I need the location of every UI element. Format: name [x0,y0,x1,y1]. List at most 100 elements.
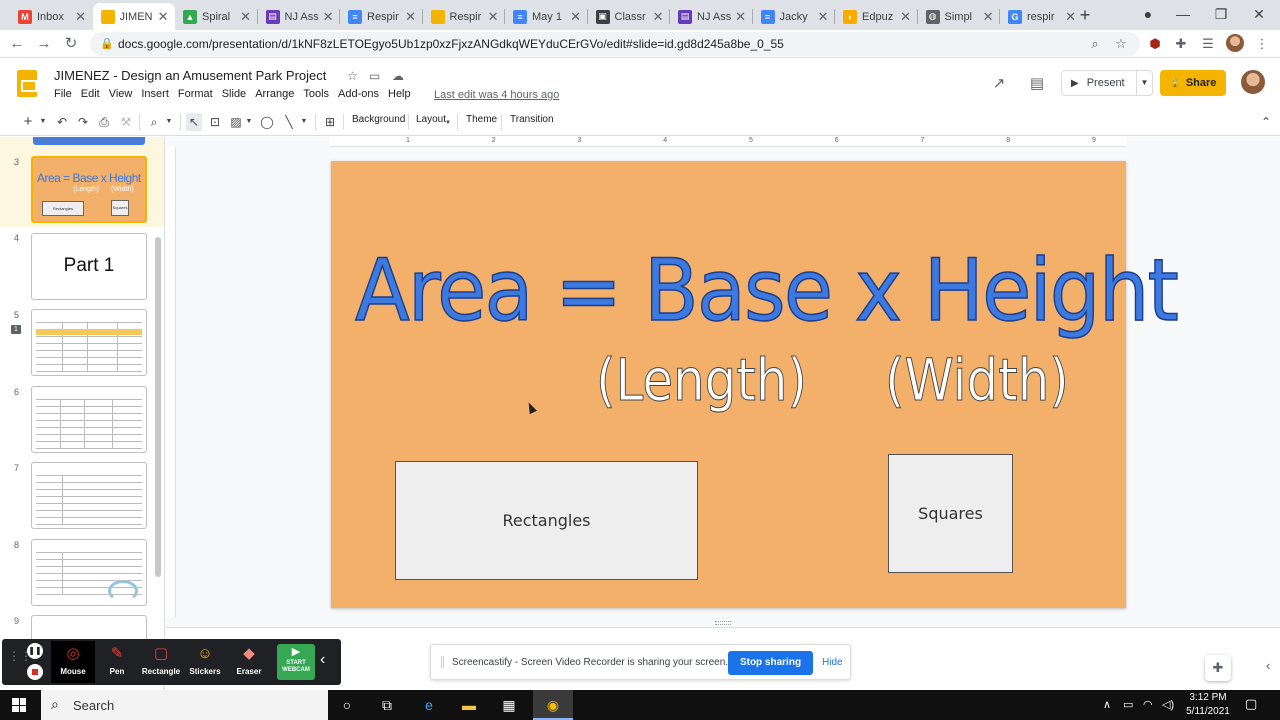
background-button[interactable]: Background [352,114,405,125]
new-tab-button[interactable]: + [1075,5,1095,25]
browser-tab[interactable]: ◍ Simpl ✕ [918,3,1000,30]
browser-tab[interactable]: ▣ Classr ✕ [588,3,670,30]
menu-slide[interactable]: Slide [222,88,246,100]
menu-format[interactable]: Format [178,88,213,100]
browser-tab[interactable]: Respir ✕ [423,3,505,30]
store-icon[interactable]: ▦ [499,695,519,715]
address-bar[interactable]: 🔒 docs.google.com/presentation/d/1kNF8zL… [90,32,1140,56]
thumbnail-slide-5[interactable] [31,309,147,376]
battery-icon[interactable]: ▭ [1123,698,1133,711]
stop-sharing-button[interactable]: Stop sharing [728,651,813,675]
notes-resize-handle[interactable] [715,621,731,625]
redo-icon[interactable]: ↷ [75,113,91,131]
maximize-icon[interactable]: ❐ [1210,4,1232,24]
banner-grip-icon[interactable]: ║ [439,657,446,668]
browser-tab[interactable]: M Inbox ✕ [10,3,92,30]
present-dropdown-icon[interactable]: ▼ [1136,71,1152,95]
tab-close-icon[interactable]: ✕ [735,9,746,25]
menu-edit[interactable]: Edit [81,88,100,100]
zoom-icon[interactable]: ⌕ [146,113,162,131]
thumbnail-slide-8[interactable] [31,539,147,606]
cortana-icon[interactable]: ○ [337,695,357,715]
menu-arrange[interactable]: Arrange [255,88,294,100]
stickers-tool[interactable]: ☺ Stickers [183,641,227,683]
line-icon[interactable]: ╲ [281,113,297,131]
menu-file[interactable]: File [54,88,72,100]
thumb-partial-slide[interactable] [33,137,145,145]
rectangles-box[interactable]: Rectangles [395,461,698,580]
slides-logo-icon[interactable] [17,70,37,97]
pen-tool[interactable]: ✎ Pen [95,641,139,683]
zoom-dropdown-icon[interactable]: ▼ [164,113,174,131]
chrome-icon[interactable]: ◉ [543,695,563,715]
tab-close-icon[interactable]: ✕ [488,9,499,25]
notifications-icon[interactable]: ▢ [1245,696,1257,712]
length-label[interactable]: (Length) [596,346,808,415]
transition-button[interactable]: Transition [510,114,554,125]
collapse-toolbar-icon[interactable]: ⌃ [1258,113,1274,131]
mouse-tool[interactable]: ◎ Mouse [51,641,95,683]
wifi-icon[interactable]: ◠ [1143,698,1153,711]
browser-tab[interactable]: ≡ Jacky ✕ [753,3,835,30]
select-cursor-icon[interactable]: ↖ [186,113,202,131]
task-view-icon[interactable]: ⧉ [377,695,397,715]
document-title[interactable]: JIMENEZ - Design an Amusement Park Proje… [54,68,326,83]
current-slide[interactable]: Area = Base x Height (Length) (Width) Re… [331,161,1180,608]
browser-tab[interactable]: ≡ May 1 ✕ [505,3,587,30]
layout-dropdown-icon[interactable]: ▼ [444,114,452,132]
browser-tab[interactable]: Grespir ✕ [1000,3,1082,30]
browser-tab[interactable]: ▲ Spiral ✕ [175,3,257,30]
paint-format-icon[interactable]: ⚒ [118,113,134,131]
menu-view[interactable]: View [109,88,133,100]
image-icon[interactable]: ▨ [228,113,244,131]
tab-close-icon[interactable]: ✕ [405,9,416,25]
activity-dashboard-icon[interactable]: ↗ [988,74,1010,94]
last-edit-link[interactable]: Last edit was 4 hours ago [434,89,559,101]
share-button[interactable]: 🔒 Share [1160,70,1226,96]
filmstrip-scrollbar[interactable] [155,237,161,577]
back-icon[interactable]: ← [6,34,28,54]
browser-tab[interactable]: ▤ NJ Ass ✕ [670,3,752,30]
browser-tab[interactable]: ◗ Edpuz ✕ [835,3,917,30]
comments-icon[interactable]: ▤ [1026,74,1048,94]
thumbnail-slide-4[interactable]: Part 1 [31,233,147,300]
browser-menu-icon[interactable]: ⋮ [1253,35,1271,53]
taskbar-search[interactable]: ⌕ Search [41,690,328,720]
tab-close-icon[interactable]: ✕ [323,9,334,25]
layout-button[interactable]: Layout [416,114,446,125]
new-slide-icon[interactable]: + [20,113,36,131]
tab-close-icon[interactable]: ✕ [570,9,581,25]
side-panel-chevron-icon[interactable]: ‹ [1266,658,1270,673]
vertical-ruler[interactable] [166,147,176,617]
shape-icon[interactable]: ◯ [259,113,275,131]
tab-close-icon[interactable]: ✕ [653,9,664,25]
cloud-status-icon[interactable]: ☁ [392,69,404,83]
minimize-icon[interactable]: — [1172,4,1194,24]
tab-close-icon[interactable]: ✕ [158,9,169,25]
eraser-tool[interactable]: ◆ Eraser [227,641,271,683]
tab-close-icon[interactable]: ✕ [75,9,86,25]
reload-icon[interactable]: ↻ [60,34,82,54]
tray-chevron-icon[interactable]: ∧ [1103,698,1111,711]
thumbnail-slide-3[interactable]: Area = Base x Height (Length) (Width) Re… [31,156,147,223]
tab-close-icon[interactable]: ✕ [240,9,251,25]
move-folder-icon[interactable]: ▭ [369,69,380,83]
hide-banner-link[interactable]: Hide [822,657,843,668]
stop-record-icon[interactable] [27,664,43,680]
tab-close-icon[interactable]: ✕ [818,9,829,25]
theme-button[interactable]: Theme [466,114,497,125]
browser-profile-avatar[interactable] [1226,34,1244,52]
menu-help[interactable]: Help [388,88,411,100]
forward-icon[interactable]: → [33,34,55,54]
thumbnail-slide-7[interactable] [31,462,147,529]
browser-tab[interactable]: ▤ NJ Ass ✕ [258,3,340,30]
explore-plus-icon[interactable]: ✚ [1205,655,1231,681]
taskbar-clock[interactable]: 3:12 PM 5/11/2021 [1183,691,1233,719]
present-button[interactable]: ▶ Present ▼ [1061,70,1153,96]
volume-icon[interactable]: ◁) [1162,698,1174,711]
comment-badge[interactable]: 1 [11,325,21,334]
extensions-puzzle-icon[interactable]: ✚ [1172,35,1190,53]
edge-icon[interactable]: e [419,695,439,715]
file-explorer-icon[interactable]: ▬ [459,695,479,715]
horizontal-ruler[interactable]: 1 2 3 4 5 6 7 8 9 [330,137,1126,147]
